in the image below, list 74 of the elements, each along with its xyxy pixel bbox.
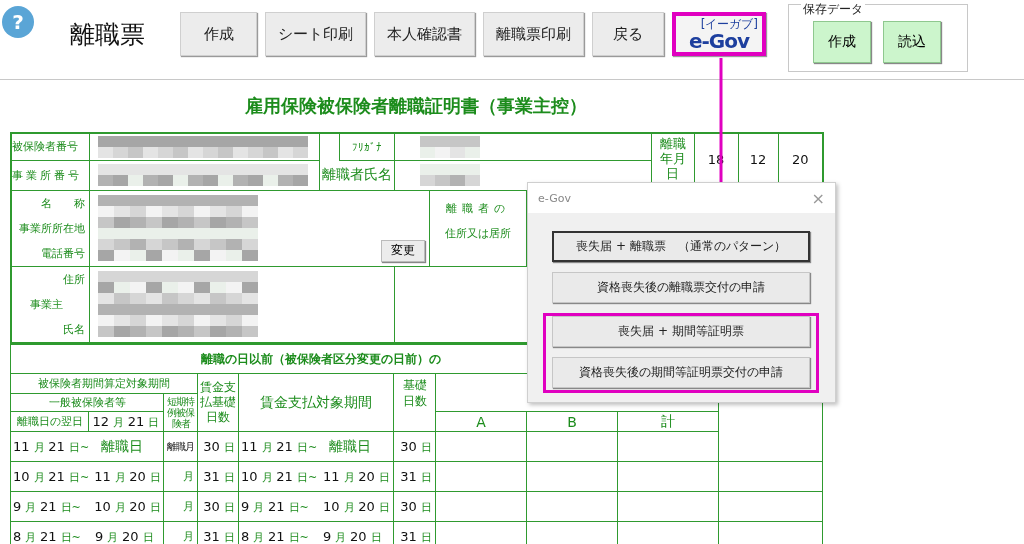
date-value: 12 [749,152,767,167]
dialog-button[interactable]: 喪失届 + 離職票 （通常のパターン） [552,231,810,262]
column-header: B [567,413,577,430]
field-label: 離職者氏名 [321,166,392,182]
table-cell: 31 日 [203,529,235,544]
period-start: 11 月 21 日~ [241,438,319,455]
dialog-button[interactable]: 喪失届 + 期間等証明票 [552,316,810,347]
field-label: 住所 [61,271,85,288]
field-label: 氏名 [61,321,85,338]
toolbar-button[interactable]: 作成 [180,12,257,56]
table-cell: 31 日 [400,529,432,544]
table-cell: 離職月 [167,441,194,452]
field-label: 被保険者番号 [12,140,78,154]
field-label: 名 称 [39,195,85,212]
column-header: 基礎日数 [401,377,428,409]
toolbar-button[interactable]: シート印刷 [265,12,366,56]
table-cell: 30 日 [400,499,432,514]
column-header: 短期特例被保険者 [166,395,196,429]
date-value: 20 [792,152,809,167]
period-start: 10 月 21 日~ [241,468,319,485]
table-cell: 30 日 [400,439,432,454]
column-header: 賃金支払対象期間 [260,393,372,410]
table-cell: 31 日 [203,469,235,484]
field-label: 事業所所在地 [17,220,85,237]
period-start: 11 月 21 日~ [13,438,91,455]
column-header: A [476,413,486,430]
field-label: 住所又は居所 [443,225,512,241]
column-header: 被保険者期間算定対象期間 [38,377,170,390]
period-start: 8 月 21 日~ [13,528,82,544]
saved-data-button[interactable]: 作成 [813,21,871,63]
column-header: 計 [661,412,675,429]
change-button[interactable]: 変更 [380,239,425,262]
table-cell: 月 [183,500,194,513]
blurred-text [419,164,480,186]
toolbar-button[interactable]: 戻る [592,12,664,56]
field-label: 事業主 [29,296,64,313]
period-end: 11 月 20 日 [94,468,161,485]
field-label: 離職年月日 [659,136,686,181]
period-start: 10 月 21 日~ [13,468,91,485]
period-start: 9 月 21 日~ [241,498,310,515]
field-label: 電話番号 [39,245,85,262]
column-header: 一般被保険者等 [48,396,126,409]
table-cell: 30 日 [203,499,235,514]
row-header: 離職日の翌日 [16,415,83,428]
section-title: 離職の日以前（被保険者区分変更の日前）の [201,351,441,366]
saved-data-button[interactable]: 読込 [883,21,941,63]
page-title: 離職票 [70,19,146,51]
group-label: 保存データ [801,1,865,18]
table-cell: 31 日 [400,469,432,484]
period-start: 8 月 21 日~ [241,528,310,544]
egov-button[interactable]: [イーガブ] e-Gov [672,12,766,56]
field-label: 事業所番号 [12,168,82,182]
toolbar-button[interactable]: 離職票印刷 [483,12,584,56]
period-end: 10 月 20 日 [323,498,390,515]
table-cell: 月 [183,470,194,483]
period-end: 9 月 20 日 [95,528,154,544]
column-header: 賃金支払基礎日数 [199,380,237,425]
blurred-text [419,135,480,158]
dialog-button[interactable]: 資格喪失後の期間等証明票交付の申請 [552,357,810,388]
period-end: 離職日 [329,437,371,456]
field-label: ﾌﾘｶﾞﾅ [351,140,382,154]
table-cell: 30 日 [203,439,235,454]
field-label: 離職者の [444,200,511,216]
period-end: 離職日 [101,437,143,456]
table-cell: 月 [183,530,194,543]
dialog-button[interactable]: 資格喪失後の離職票交付の申請 [552,272,810,303]
period-end: 11 月 20 日 [323,468,390,485]
date-value: 12 月 21 日 [92,414,160,429]
window-title: e-Gov [538,191,571,205]
period-end: 10 月 20 日 [94,498,161,515]
toolbar-button[interactable]: 本人確認書 [374,12,475,56]
period-end: 9 月 20 日 [323,528,382,544]
period-start: 9 月 21 日~ [13,498,82,515]
form-title: 雇用保険被保険者離職証明書（事業主控） [245,94,587,118]
